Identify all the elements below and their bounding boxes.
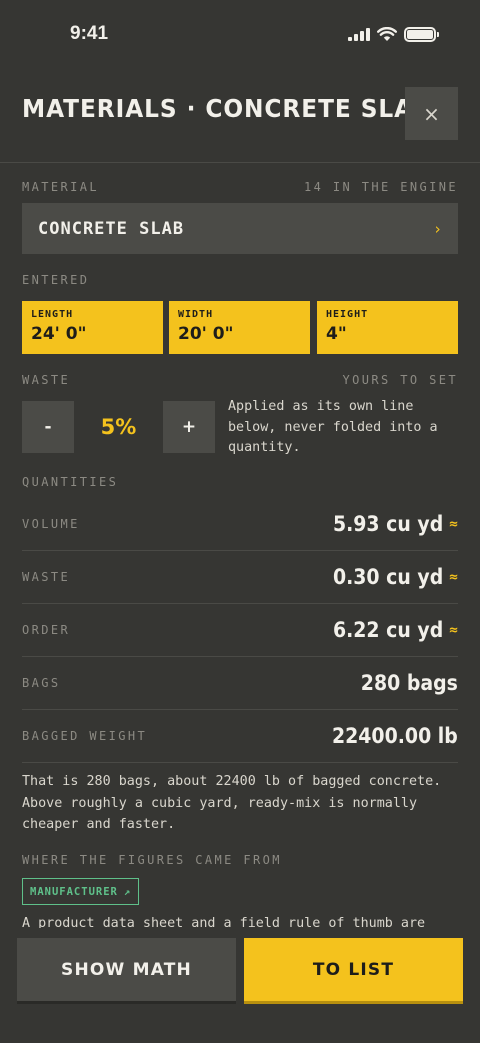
quantity-row-volume: VOLUME 5.93 cu yd ≈ bbox=[22, 498, 458, 551]
summary-text: That is 280 bags, about 22400 lb of bagg… bbox=[22, 774, 442, 832]
to-list-button[interactable]: TO LIST bbox=[244, 938, 463, 1004]
header: MATERIALS · CONCRETE SLAB × bbox=[0, 70, 480, 163]
width-value: 20' 0" bbox=[178, 324, 234, 344]
quantity-label: VOLUME bbox=[22, 517, 80, 531]
material-value: CONCRETE SLAB bbox=[38, 218, 185, 239]
width-label: WIDTH bbox=[178, 309, 214, 320]
length-value: 24' 0" bbox=[31, 324, 87, 344]
battery-icon bbox=[404, 27, 439, 42]
minus-icon: - bbox=[44, 417, 52, 437]
quantity-value: 280 bags bbox=[361, 671, 458, 695]
entered-label: ENTERED bbox=[22, 273, 90, 287]
quantity-value-text: 280 bags bbox=[360, 671, 458, 695]
quantity-label: BAGS bbox=[22, 676, 61, 690]
quantity-row-order: ORDER 6.22 cu yd ≈ bbox=[22, 604, 458, 657]
external-link-icon: ↗ bbox=[123, 885, 132, 898]
quantity-value-text: 0.30 cu yd bbox=[332, 565, 443, 589]
length-field[interactable]: LENGTH 24' 0" bbox=[22, 301, 163, 354]
quantity-row-bagged-weight: BAGGED WEIGHT 22400.00 lb bbox=[22, 710, 458, 763]
waste-label: WASTE bbox=[22, 373, 71, 387]
quantity-label: WASTE bbox=[22, 570, 71, 584]
waste-increase-button[interactable]: + bbox=[163, 401, 215, 453]
quantity-row-waste: WASTE 0.30 cu yd ≈ bbox=[22, 551, 458, 604]
close-icon: × bbox=[423, 101, 440, 126]
material-select[interactable]: CONCRETE SLAB › bbox=[22, 203, 458, 254]
quantity-label: ORDER bbox=[22, 623, 71, 637]
length-label: LENGTH bbox=[31, 309, 74, 320]
status-icons bbox=[348, 27, 439, 42]
quantities-label: QUANTITIES bbox=[22, 475, 119, 489]
material-label: MATERIAL bbox=[22, 180, 99, 194]
page-title: MATERIALS · CONCRETE SLAB bbox=[22, 94, 432, 123]
approx-icon: ≈ bbox=[448, 516, 458, 532]
quantity-row-bags: BAGS 280 bags bbox=[22, 657, 458, 710]
show-math-button[interactable]: SHOW MATH bbox=[17, 938, 236, 1004]
waste-hint: YOURS TO SET bbox=[342, 373, 458, 387]
quantity-value-text: 5.93 cu yd bbox=[332, 512, 443, 536]
plus-icon: + bbox=[181, 417, 197, 437]
quantity-value: 6.22 cu yd ≈ bbox=[332, 618, 458, 642]
close-button[interactable]: × bbox=[405, 87, 458, 140]
height-label: HEIGHT bbox=[326, 309, 369, 320]
waste-note: Applied as its own line below, never fol… bbox=[228, 399, 438, 455]
approx-icon: ≈ bbox=[448, 569, 458, 585]
quantity-label: BAGGED WEIGHT bbox=[22, 729, 148, 743]
quantity-value: 0.30 cu yd ≈ bbox=[332, 565, 458, 589]
height-value: 4" bbox=[326, 324, 347, 344]
wifi-icon bbox=[377, 27, 397, 41]
status-bar: 9:41 bbox=[0, 0, 480, 70]
status-time: 9:41 bbox=[70, 23, 109, 44]
quantity-value-text: 6.22 cu yd bbox=[332, 618, 443, 642]
width-field[interactable]: WIDTH 20' 0" bbox=[169, 301, 310, 354]
quantity-value: 22400.00 lb bbox=[332, 724, 458, 748]
manufacturer-source-link[interactable]: MANUFACTURER ↗ bbox=[22, 878, 140, 905]
sources-label: WHERE THE FIGURES CAME FROM bbox=[22, 853, 282, 867]
material-count: 14 IN THE ENGINE bbox=[304, 180, 458, 194]
approx-icon: ≈ bbox=[448, 622, 458, 638]
waste-decrease-button[interactable]: - bbox=[22, 401, 74, 453]
chevron-right-icon: › bbox=[432, 219, 442, 238]
cellular-signal-icon bbox=[348, 28, 370, 41]
source-badge-label: MANUFACTURER bbox=[30, 885, 118, 898]
height-field[interactable]: HEIGHT 4" bbox=[317, 301, 458, 354]
quantity-value-text: 22400.00 lb bbox=[332, 724, 458, 748]
waste-value: 5% bbox=[100, 415, 137, 439]
quantity-value: 5.93 cu yd ≈ bbox=[332, 512, 458, 536]
